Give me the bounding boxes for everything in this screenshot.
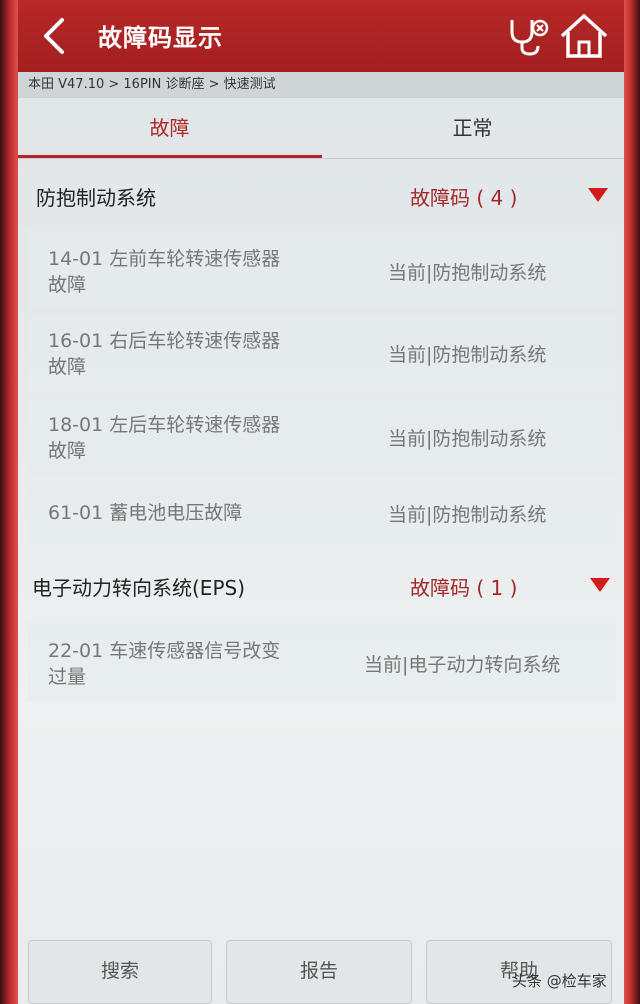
fault-code-text: 61-01 蓄电池电压故障 [48, 500, 338, 526]
fault-status: 当前|防抱制动系统 [388, 262, 547, 284]
back-button[interactable] [34, 14, 78, 58]
app-header: 故障码显示 [18, 0, 624, 72]
list-item[interactable]: 16-01 右后车轮转速传感器 故障 当前|防抱制动系统 [28, 314, 616, 392]
fault-code-line2: 故障 [48, 440, 87, 462]
tab-fault[interactable]: 故障 [18, 98, 321, 158]
tab-bar: 故障 正常 [18, 98, 624, 158]
collapse-triangle-icon[interactable] [590, 578, 610, 592]
stethoscope-icon [510, 19, 549, 56]
breadcrumb: 本田 V47.10 > 16PIN 诊断座 > 快速测试 [18, 72, 624, 98]
fault-code-text: 22-01 车速传感器信号改变 过量 [48, 638, 338, 690]
page-title: 故障码显示 [98, 24, 223, 52]
group-header-eps[interactable]: 电子动力转向系统(EPS) 故障码 ( 1 ) [18, 552, 624, 616]
fault-code-text: 16-01 右后车轮转速传感器 故障 [48, 328, 338, 380]
fault-code-line2: 过量 [48, 666, 87, 688]
fault-status: 当前|防抱制动系统 [388, 504, 547, 526]
report-button[interactable]: 报告 [226, 940, 412, 1004]
fault-code-text: 18-01 左后车轮转速传感器 故障 [48, 412, 338, 464]
fault-code-line2: 故障 [48, 356, 87, 378]
fault-code-line1: 61-01 蓄电池电压故障 [48, 502, 243, 524]
tab-normal[interactable]: 正常 [321, 98, 624, 158]
search-button[interactable]: 搜索 [28, 940, 212, 1004]
group-header-abs[interactable]: 防抱制动系统 故障码 ( 4 ) [18, 162, 624, 226]
list-item[interactable]: 22-01 车速传感器信号改变 过量 当前|电子动力转向系统 [28, 622, 616, 702]
fault-code-line1: 14-01 左前车轮转速传感器 [48, 248, 281, 270]
list-item[interactable]: 18-01 左后车轮转速传感器 故障 当前|防抱制动系统 [28, 398, 616, 476]
screen: 故障码显示 本田 V47.10 > 16PIN 诊断座 > 快速测试 故障 正常… [18, 0, 624, 1004]
group-title: 防抱制动系统 [36, 186, 156, 210]
fault-code-text: 14-01 左前车轮转速传感器 故障 [48, 246, 338, 298]
fault-count: 故障码 ( 1 ) [410, 576, 518, 600]
home-icon [560, 14, 608, 58]
tab-divider [18, 158, 624, 159]
group-title: 电子动力转向系统(EPS) [32, 576, 245, 600]
collapse-triangle-icon[interactable] [588, 188, 608, 202]
fault-code-line1: 18-01 左后车轮转速传感器 [48, 414, 281, 436]
home-button[interactable] [558, 12, 610, 60]
device-bezel-left [0, 0, 18, 1004]
fault-code-line1: 22-01 车速传感器信号改变 [48, 640, 281, 662]
watermark-text: 头条 @检车家 [512, 972, 607, 990]
fault-count: 故障码 ( 4 ) [410, 186, 518, 210]
chevron-left-icon [44, 18, 64, 54]
fault-code-line2: 故障 [48, 274, 87, 296]
device-bezel-right [624, 0, 640, 1004]
fault-status: 当前|防抱制动系统 [388, 428, 547, 450]
diagnose-button[interactable] [506, 14, 550, 58]
fault-status: 当前|防抱制动系统 [388, 344, 547, 366]
list-item[interactable]: 61-01 蓄电池电压故障 当前|防抱制动系统 [28, 482, 616, 544]
fault-code-line1: 16-01 右后车轮转速传感器 [48, 330, 281, 352]
list-item[interactable]: 14-01 左前车轮转速传感器 故障 当前|防抱制动系统 [28, 230, 616, 308]
fault-status: 当前|电子动力转向系统 [364, 654, 561, 676]
